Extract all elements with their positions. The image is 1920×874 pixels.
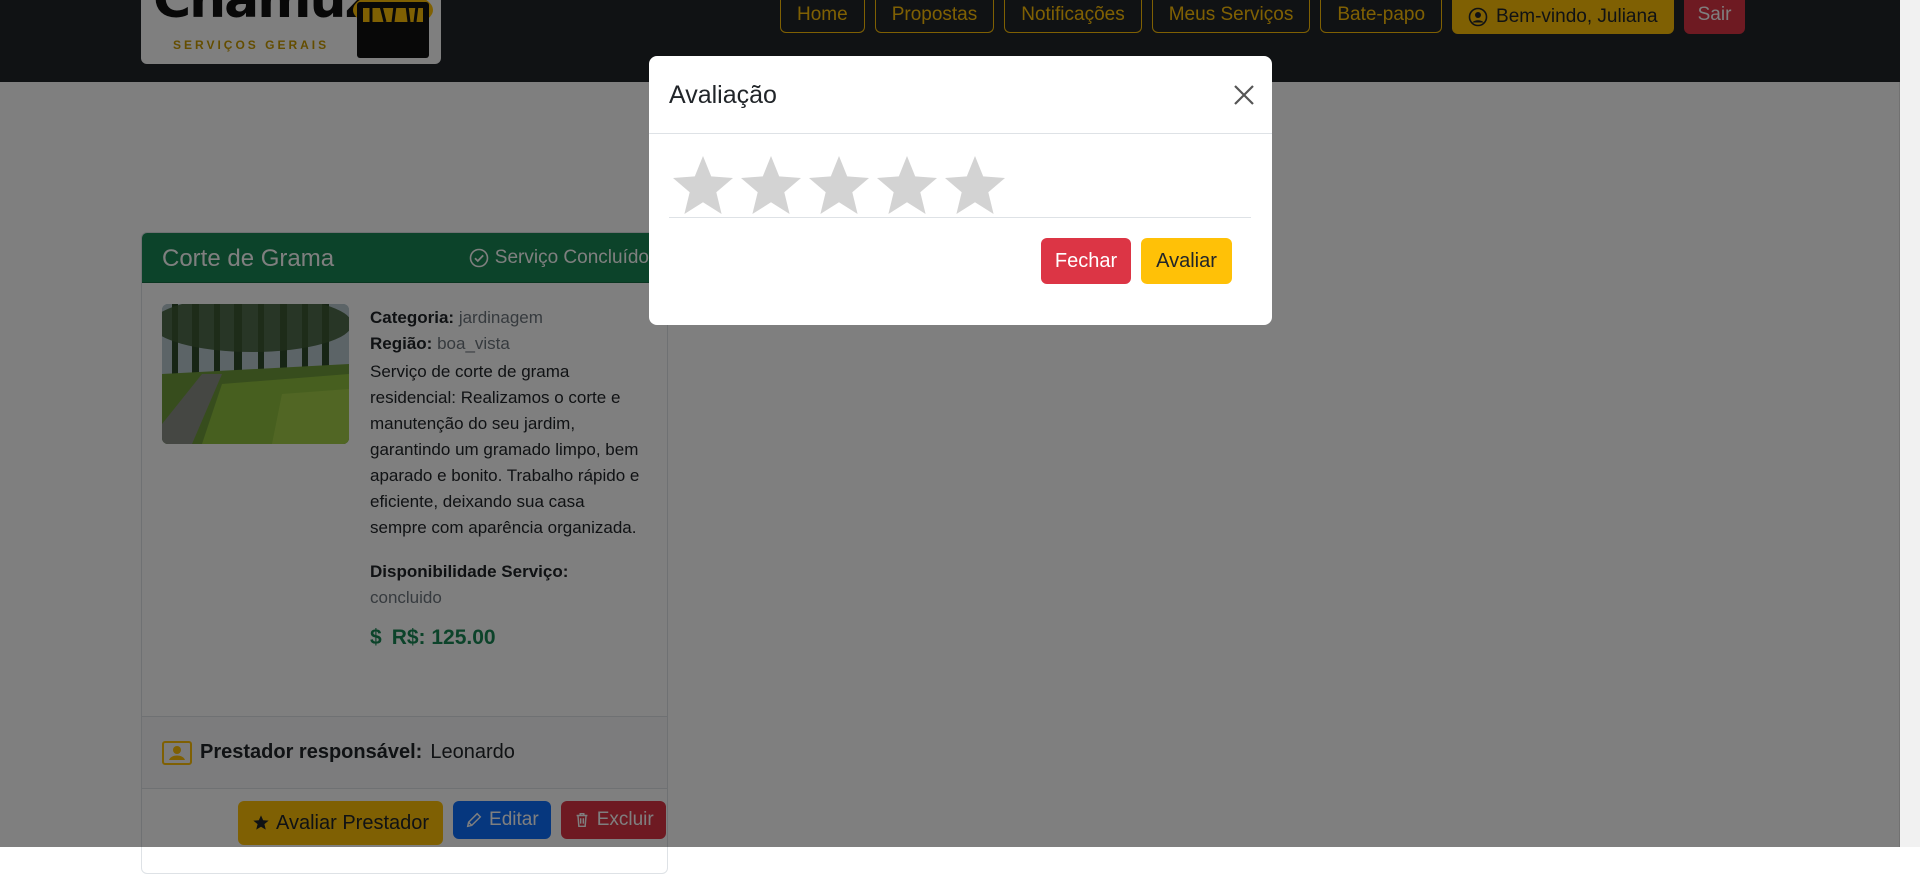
submit-rating-button[interactable]: Avaliar xyxy=(1141,238,1232,284)
star-icon[interactable] xyxy=(739,154,803,218)
close-icon[interactable] xyxy=(1232,83,1256,107)
star-icon[interactable] xyxy=(807,154,871,218)
star-icon[interactable] xyxy=(875,154,939,218)
star-icon[interactable] xyxy=(943,154,1007,218)
star-icon[interactable] xyxy=(671,154,735,218)
modal-header: Avaliação xyxy=(649,56,1272,134)
rating-modal: Avaliação Fechar Avaliar xyxy=(649,56,1272,325)
close-button[interactable]: Fechar xyxy=(1041,238,1131,284)
page-scrollbar[interactable] xyxy=(1899,0,1920,847)
rating-divider xyxy=(669,217,1251,218)
star-rating xyxy=(671,154,1007,218)
modal-actions: Fechar Avaliar xyxy=(1041,238,1232,284)
modal-title: Avaliação xyxy=(669,81,777,109)
